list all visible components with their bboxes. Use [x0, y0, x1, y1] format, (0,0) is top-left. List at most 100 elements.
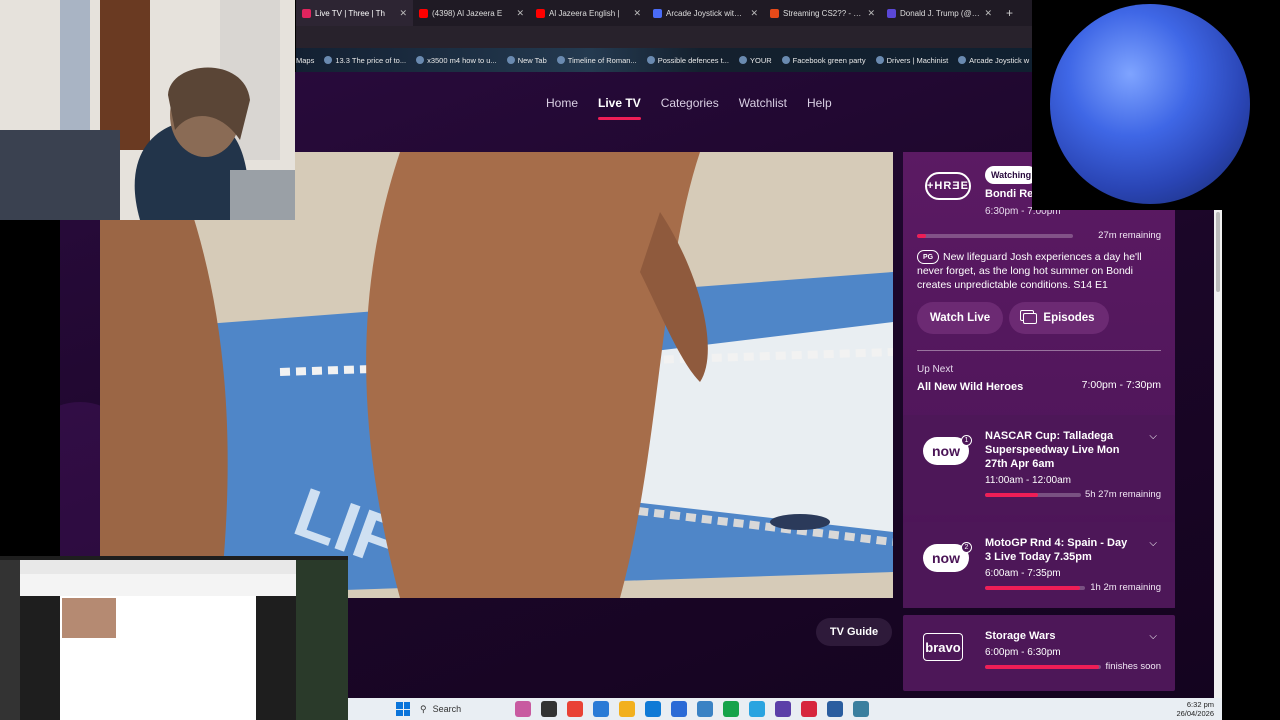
taskbar-app-icon[interactable]	[541, 701, 557, 717]
clock-date: 26/04/2026	[1176, 709, 1214, 718]
scrollbar-thumb[interactable]	[1216, 212, 1220, 292]
tab-favicon-icon	[536, 8, 545, 18]
nav-categories[interactable]: Categories	[661, 96, 719, 120]
show-progress-bar	[917, 234, 1073, 238]
tab-title: Donald J. Trump (@rea	[900, 8, 981, 18]
watch-live-button[interactable]: Watch Live	[917, 302, 1003, 334]
bookmark-item[interactable]: YOUR	[738, 55, 772, 65]
close-icon[interactable]: ✕	[633, 8, 641, 19]
page-scrollbar[interactable]	[1214, 210, 1222, 698]
taskbar-search-label: Search	[432, 704, 462, 714]
nav-help[interactable]: Help	[807, 96, 832, 120]
tab-title: Arcade Joystick with M	[666, 8, 747, 18]
bookmark-label: Arcade Joystick w	[969, 55, 1030, 65]
channel-progress-bar	[985, 665, 1101, 669]
tab-favicon-icon	[887, 8, 896, 18]
channel-title: MotoGP Rnd 4: Spain - Day 3 Live Today 7…	[985, 537, 1128, 563]
channel-remaining: 1h 2m remaining	[1090, 582, 1161, 593]
taskbar-apps	[510, 701, 874, 717]
search-icon: ⚲	[420, 703, 427, 714]
bookmark-item[interactable]: x3500 m4 how to u...	[416, 56, 497, 65]
browser-tab[interactable]: Arcade Joystick with M ✕	[647, 0, 764, 26]
nav-home[interactable]: Home	[546, 96, 578, 120]
close-icon[interactable]: ✕	[984, 8, 992, 19]
taskbar-app-icon[interactable]	[619, 701, 635, 717]
progress-fill	[985, 665, 1099, 669]
desktop-preview-overlay	[0, 556, 348, 720]
channel-number: 1	[961, 435, 972, 446]
taskbar-app-icon[interactable]	[645, 701, 661, 717]
browser-tab-bar: Live TV | Three | Th ✕ (4398) Al Jazeera E…	[296, 0, 1032, 26]
chevron-down-icon[interactable]: ⌵	[1149, 538, 1157, 549]
bookmark-favicon-icon	[646, 56, 655, 64]
bookmark-item[interactable]: Drivers | Machinist	[875, 56, 948, 65]
taskbar-app-icon[interactable]	[515, 701, 531, 717]
progress-fill	[917, 234, 927, 238]
taskbar-app-icon[interactable]	[567, 701, 583, 717]
bookmark-item[interactable]: Timeline of Roman...	[556, 55, 637, 65]
bookmark-favicon-icon	[958, 56, 967, 64]
episodes-button[interactable]: Episodes	[1009, 302, 1109, 334]
taskbar-app-icon[interactable]	[775, 701, 791, 717]
browser-tab[interactable]: Al Jazeera English | ✕	[530, 0, 647, 26]
bookmark-label: Timeline of Roman...	[567, 55, 637, 65]
tab-title: Live TV | Three | Th	[315, 8, 385, 18]
tab-favicon-icon	[419, 8, 428, 18]
channel-time: 6:00pm - 6:30pm	[985, 647, 1061, 658]
channel-card[interactable]: bravo Storage Wars 6:00pm - 6:30pm finis…	[903, 615, 1175, 691]
tv-guide-button[interactable]: TV Guide	[816, 618, 892, 646]
chevron-down-icon[interactable]: ⌵	[1149, 431, 1157, 442]
nav-watchlist[interactable]: Watchlist	[739, 96, 787, 120]
taskbar-app-icon[interactable]	[593, 701, 609, 717]
channel-progress-bar	[985, 493, 1081, 497]
channel-card[interactable]: now 1 NASCAR Cup: Talladega Superspeedwa…	[903, 415, 1175, 515]
up-next-label: Up Next	[917, 364, 954, 375]
taskbar-app-icon[interactable]	[827, 701, 843, 717]
taskbar-app-icon[interactable]	[697, 701, 713, 717]
bookmark-label: YOUR	[749, 55, 772, 65]
chevron-down-icon[interactable]: ⌵	[1149, 631, 1157, 642]
taskbar-clock[interactable]: 6:32 pm 26/04/2026	[1176, 700, 1214, 718]
taskbar-app-icon[interactable]	[723, 701, 739, 717]
show-description: New lifeguard Josh experiences a day he'…	[917, 251, 1142, 291]
browser-tab[interactable]: Streaming CS2?? - Nu ✕	[764, 0, 881, 26]
bookmark-item[interactable]: Possible defences t...	[646, 56, 729, 65]
progress-fill	[985, 493, 1038, 497]
close-icon[interactable]: ✕	[750, 8, 758, 19]
bookmark-item[interactable]: Maps	[296, 56, 314, 65]
bookmark-label: x3500 m4 how to u...	[427, 55, 497, 65]
close-icon[interactable]: ✕	[867, 8, 875, 19]
status-badge: Watching	[985, 166, 1038, 184]
browser-tab[interactable]: Live TV | Three | Th ✕	[296, 0, 413, 26]
episodes-icon	[1023, 312, 1038, 324]
browser-tab[interactable]: (4398) Al Jazeera E ✕	[413, 0, 530, 26]
bookmark-favicon-icon	[506, 56, 515, 64]
taskbar-app-icon[interactable]	[671, 701, 687, 717]
taskbar-app-icon[interactable]	[801, 701, 817, 717]
tab-favicon-icon	[302, 8, 311, 18]
channel-number: 2	[961, 542, 972, 553]
close-icon[interactable]: ✕	[516, 8, 524, 19]
bookmarks-bar: Maps 13.3 The price of to... x3500 m4 how …	[296, 48, 1032, 72]
close-icon[interactable]: ✕	[399, 8, 407, 19]
browser-tab[interactable]: Donald J. Trump (@rea ✕	[881, 0, 998, 26]
screen: Live TV | Three | Th ✕ (4398) Al Jazeera E…	[0, 0, 1280, 720]
bookmark-favicon-icon	[738, 56, 747, 64]
desktop-preview-image	[0, 556, 348, 720]
channel-time: 11:00am - 12:00am	[985, 475, 1071, 486]
new-tab-button[interactable]: +	[998, 6, 1021, 20]
bookmark-item[interactable]: Arcade Joystick w	[958, 56, 1029, 65]
taskbar-app-icon[interactable]	[853, 701, 869, 717]
taskbar-search[interactable]: ⚲ Search	[420, 704, 500, 715]
bookmark-label: New Tab	[517, 55, 547, 65]
bookmark-item[interactable]: Facebook green party	[781, 56, 866, 65]
nav-live-tv[interactable]: Live TV	[598, 96, 641, 120]
bookmark-favicon-icon	[416, 56, 425, 64]
start-button[interactable]	[396, 702, 410, 716]
channel-card[interactable]: now 2 MotoGP Rnd 4: Spain - Day 3 Live T…	[903, 522, 1175, 608]
bookmark-item[interactable]: New Tab	[506, 55, 547, 65]
bookmark-item[interactable]: 13.3 The price of to...	[324, 56, 406, 65]
taskbar-app-icon[interactable]	[749, 701, 765, 717]
tab-title: (4398) Al Jazeera E	[432, 8, 503, 18]
address-bar[interactable]	[296, 26, 1032, 48]
